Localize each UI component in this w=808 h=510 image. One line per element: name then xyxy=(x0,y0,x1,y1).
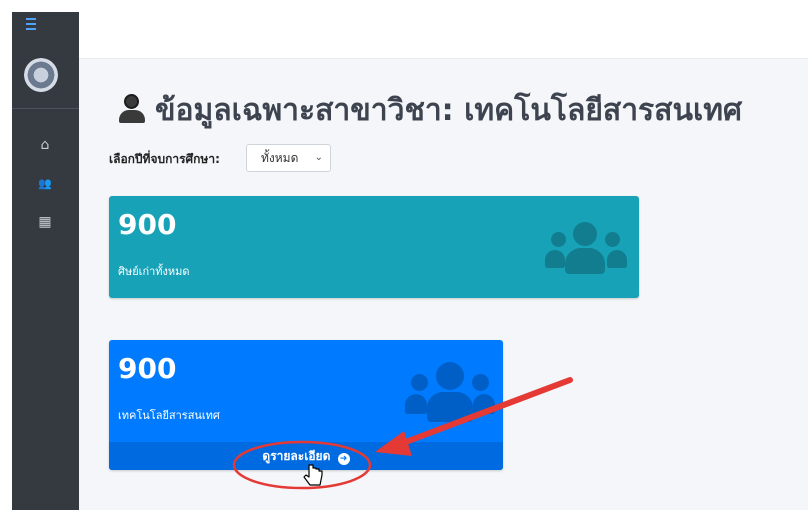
users-icon xyxy=(545,222,627,278)
calendar-icon[interactable]: ▦ xyxy=(34,213,56,231)
year-filter-label: เลือกปีที่จบการศึกษา: xyxy=(109,152,220,166)
view-details-label: ดูรายละเอียด xyxy=(262,449,331,463)
sidebar-divider xyxy=(12,108,79,109)
total-alumni-label: ศิษย์เก่าทั้งหมด xyxy=(118,265,190,278)
major-alumni-label: เทคโนโลยีสารสนเทศ xyxy=(118,409,220,422)
sidebar: ⌂ 👥 ▦ xyxy=(12,12,79,510)
user-icon xyxy=(117,94,147,124)
major-alumni-card: 900 เทคโนโลยีสารสนเทศ ดูรายละเอียด ➜ xyxy=(109,340,503,470)
bars-icon[interactable] xyxy=(26,18,36,30)
view-details-link[interactable]: ดูรายละเอียด ➜ xyxy=(109,442,503,470)
total-alumni-count: 900 xyxy=(118,208,177,241)
total-alumni-card: 900 ศิษย์เก่าทั้งหมด xyxy=(109,196,639,298)
home-icon[interactable]: ⌂ xyxy=(34,136,56,154)
graduation-year-select[interactable]: ทั้งหมด ⌄ xyxy=(246,144,331,172)
page-title-text: ข้อมูลเฉพาะสาขาวิชา: เทคโนโลยีสารสนเทศ xyxy=(155,93,743,128)
page-title: ข้อมูลเฉพาะสาขาวิชา: เทคโนโลยีสารสนเทศ xyxy=(117,87,742,134)
users-icon[interactable]: 👥 xyxy=(34,175,56,193)
university-logo[interactable] xyxy=(24,58,58,92)
top-navbar xyxy=(79,12,808,59)
main-content: ข้อมูลเฉพาะสาขาวิชา: เทคโนโลยีสารสนเทศ เ… xyxy=(79,59,808,510)
users-icon xyxy=(405,362,495,424)
chevron-down-icon: ⌄ xyxy=(314,152,323,163)
major-alumni-count: 900 xyxy=(118,352,177,385)
graduation-year-value: ทั้งหมด xyxy=(261,151,299,165)
arrow-circle-right-icon: ➜ xyxy=(337,453,350,465)
